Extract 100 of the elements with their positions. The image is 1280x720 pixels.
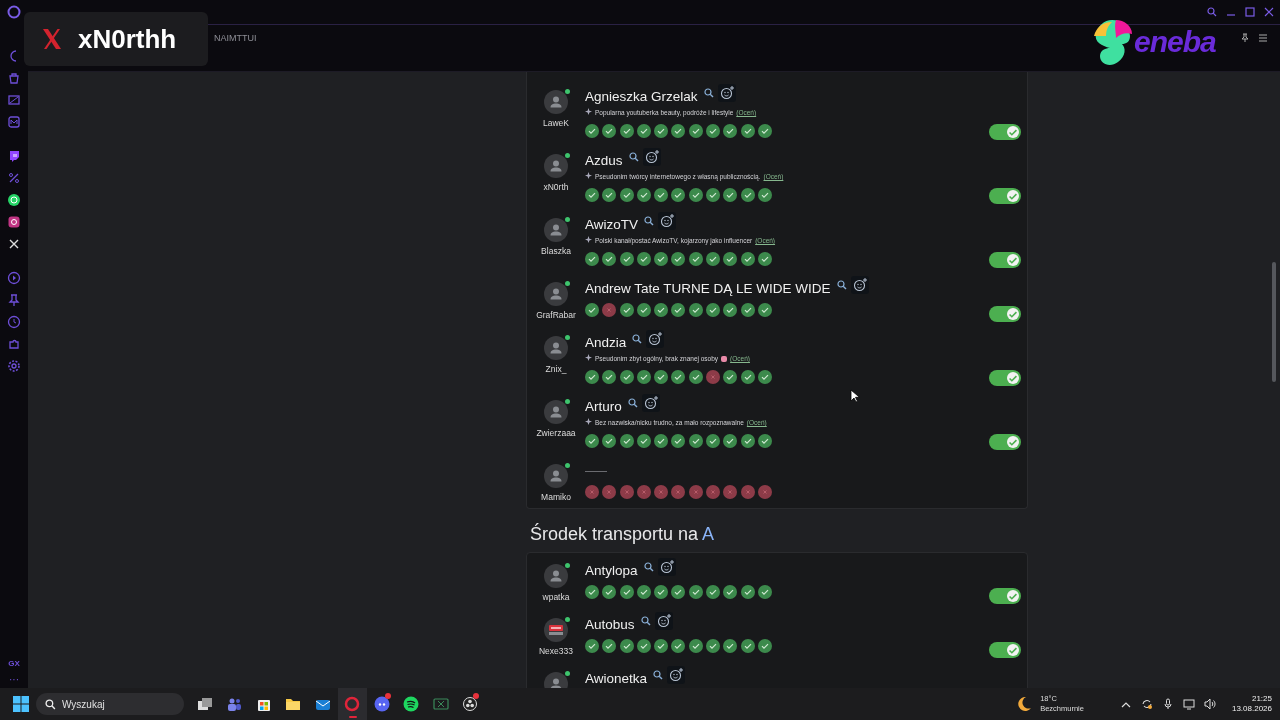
music-app-icon[interactable] [403,696,420,712]
search-icon[interactable] [1207,7,1217,17]
answer-text: AwizoTV [585,216,639,232]
monitor-icon[interactable] [1182,698,1195,710]
browser-logo-icon[interactable] [344,696,361,712]
active-indicator [348,716,357,718]
section-heading: Środek transportu na A [529,522,716,546]
answer-text: Autobus [585,616,635,632]
add-reaction-icon[interactable] [850,276,869,294]
x-logo-icon [40,27,64,51]
add-reaction-icon[interactable] [658,212,677,230]
percent-icon[interactable] [7,171,21,185]
username: xN0rth [543,182,569,192]
microphone-icon[interactable] [1161,698,1174,710]
check-icon [1009,128,1017,136]
username: Mamiko [541,492,571,502]
address-text[interactable]: NAIMTTUI [214,33,257,43]
answer-text: Agnieszka Grzelak [585,88,698,104]
bag-icon[interactable] [7,71,21,85]
menu-icon[interactable] [1258,33,1268,43]
username: Znix_ [545,364,567,374]
username: wpatka [542,592,570,602]
username: Nexe333 [539,646,573,656]
task-view-icon[interactable] [196,696,213,712]
search-icon[interactable] [836,280,847,290]
search-input[interactable]: Wyszukaj [62,698,172,710]
clock-time[interactable]: 21:25 [1251,694,1272,704]
search-icon[interactable] [627,398,638,408]
clock-icon[interactable] [7,315,21,329]
sparkle-icon [585,417,592,425]
answer-text: Awionetka [585,670,648,686]
accept-toggle[interactable] [989,434,1021,450]
sync-icon[interactable] [1140,698,1153,710]
check-icon [1009,646,1017,654]
check-icon [1009,374,1017,382]
streamer-handle: xN0rthh [78,23,177,55]
search-icon[interactable] [703,88,714,98]
screen-icon[interactable] [7,93,21,107]
settings-icon[interactable] [7,359,21,373]
check-icon [1009,592,1017,600]
spreadsheet-icon[interactable] [432,696,449,712]
answer-text: Andrew Tate TURNE DĄ LE WIDE WIDE [585,280,831,296]
folder-icon[interactable] [285,696,302,712]
check-icon [1009,256,1017,264]
search-icon[interactable] [628,152,639,162]
play-icon[interactable] [7,271,21,285]
accept-toggle[interactable] [989,252,1021,268]
search-icon[interactable] [640,616,651,626]
windows-start-icon[interactable] [13,696,29,712]
check-icon [1009,192,1017,200]
username: Blaszka [541,246,571,256]
cursor-icon [850,389,860,403]
accept-toggle[interactable] [989,642,1021,658]
blank-answer-line [585,470,607,472]
search-icon[interactable] [653,670,664,680]
gx-label[interactable]: GX [8,659,20,668]
people-icon[interactable] [226,696,243,712]
record-app-icon[interactable] [462,696,479,712]
search-icon[interactable] [632,334,643,344]
pin-icon[interactable] [1240,33,1250,43]
accept-toggle[interactable] [989,124,1021,140]
answer-text: Azdus [585,152,623,168]
chat-app-icon[interactable] [373,696,390,712]
username: GrafRabar [536,310,576,320]
accept-toggle[interactable] [989,306,1021,322]
answer-text: Andzia [585,334,627,350]
accept-toggle[interactable] [989,188,1021,204]
add-reaction-icon[interactable] [654,612,673,630]
instagram-icon[interactable] [7,215,21,229]
add-reaction-icon[interactable] [657,558,676,576]
username: LaweK [543,118,569,128]
accept-toggle[interactable] [989,370,1021,386]
answer-text: Antylopa [585,562,638,578]
add-reaction-icon[interactable] [641,394,660,412]
x-logo-icon[interactable] [7,237,21,251]
speaker-icon[interactable] [1203,698,1216,710]
add-reaction-icon[interactable] [646,330,665,348]
whatsapp-icon[interactable] [7,193,21,207]
close-icon[interactable] [1264,7,1274,17]
more-menu[interactable]: ··· [9,676,19,684]
search-icon[interactable] [643,562,654,572]
sparkle-icon [585,235,592,243]
scrollbar[interactable] [1272,262,1276,382]
sponsor-logo: eneba [1134,25,1216,59]
puzzle-icon[interactable] [7,337,21,351]
browser-logo-icon[interactable] [7,5,21,19]
moon-icon [1016,696,1033,712]
check-icon [1009,438,1017,446]
search-bar[interactable]: Wyszukaj [36,693,184,715]
add-reaction-icon[interactable] [667,666,686,684]
search-icon[interactable] [644,216,655,226]
twitch-icon[interactable] [7,149,21,163]
search-icon [45,698,56,710]
add-reaction-icon[interactable] [717,84,736,102]
add-reaction-icon[interactable] [642,148,661,166]
sparkle-icon [585,353,592,361]
clock-date[interactable]: 13.08.2026 [1231,704,1272,714]
sparkle-icon [585,171,592,179]
maximize-icon[interactable] [1245,7,1255,17]
accept-toggle[interactable] [989,588,1021,604]
